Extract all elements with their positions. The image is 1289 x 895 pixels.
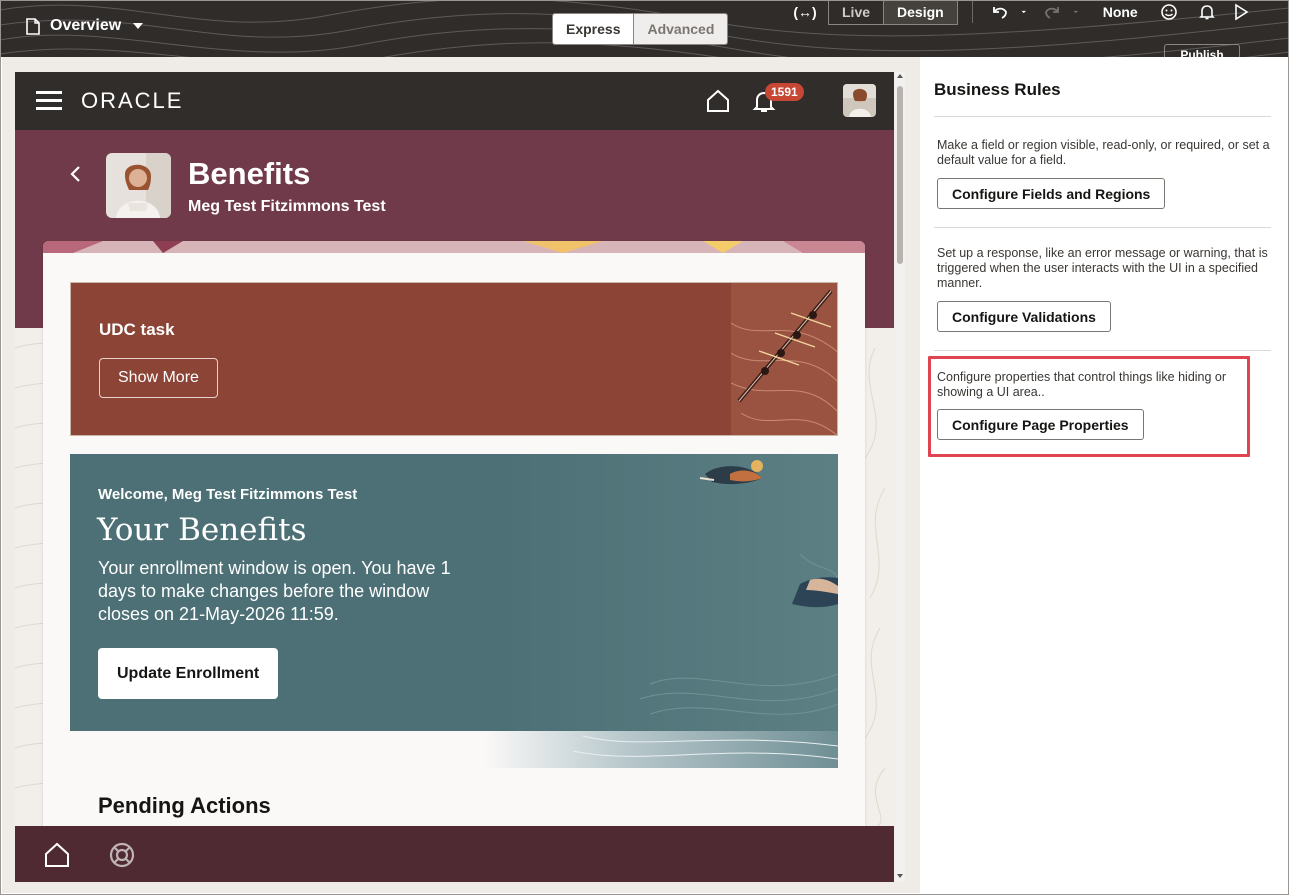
play-icon[interactable] xyxy=(1232,3,1250,21)
hamburger-icon[interactable] xyxy=(36,91,62,111)
business-rules-title: Business Rules xyxy=(934,80,1061,99)
home-icon[interactable] xyxy=(705,88,731,114)
advanced-mode-button[interactable]: Advanced xyxy=(633,14,728,44)
benefits-title: Your Benefits xyxy=(97,512,307,548)
mode-switch: Express Advanced xyxy=(552,13,729,45)
express-mode-button[interactable]: Express xyxy=(553,14,634,44)
notification-count-badge: 1591 xyxy=(765,83,804,101)
chevron-down-icon[interactable] xyxy=(1073,3,1083,21)
design-button[interactable]: Design xyxy=(883,0,957,24)
page-selector[interactable]: Overview xyxy=(26,17,144,35)
bell-icon[interactable] xyxy=(1198,3,1216,21)
editor-toolbar: Overview Express Advanced (↔) Live Desig… xyxy=(0,0,1289,57)
preview-scrollbar[interactable] xyxy=(895,72,905,882)
toolbar-divider xyxy=(971,1,973,23)
wave-illustration xyxy=(483,731,838,768)
validations-description: Set up a response, like an error message… xyxy=(937,246,1268,290)
person-avatar xyxy=(106,153,171,218)
content-card: UDC task Show More Welcome, Meg Test Fit… xyxy=(43,241,865,841)
configure-fields-and-regions-button[interactable]: Configure Fields and Regions xyxy=(937,178,1166,209)
rowing-illustration xyxy=(731,283,837,435)
oracle-logo[interactable]: ORACLE xyxy=(81,88,183,114)
udc-task-card: UDC task Show More xyxy=(70,282,838,436)
divider xyxy=(934,116,1271,117)
app-header: ORACLE 1591 xyxy=(15,72,894,130)
back-chevron-icon[interactable] xyxy=(68,164,84,184)
page-name: Overview xyxy=(50,17,122,34)
person-name: Meg Test Fitzimmons Test xyxy=(188,198,386,215)
show-more-button[interactable]: Show More xyxy=(99,358,218,398)
highlight-box xyxy=(928,356,1250,457)
chevron-down-icon xyxy=(133,23,144,29)
enrollment-message: Your enrollment window is open. You have… xyxy=(98,558,451,624)
divider xyxy=(934,350,1271,351)
user-avatar[interactable] xyxy=(843,84,876,117)
scroll-thumb[interactable] xyxy=(897,86,903,264)
swimmer-illustration xyxy=(500,454,838,731)
person-photo xyxy=(106,153,171,218)
page-title: Benefits xyxy=(188,156,311,191)
document-icon xyxy=(26,17,40,35)
welcome-text: Welcome, Meg Test Fitzimmons Test xyxy=(98,486,358,503)
fields-regions-description: Make a field or region visible, read-onl… xyxy=(937,138,1270,167)
bottom-navigation xyxy=(15,826,894,882)
chevron-down-icon[interactable] xyxy=(1021,3,1031,21)
toolbar-actions: (↔) Live Design None xyxy=(790,0,1256,25)
smiley-icon[interactable] xyxy=(1160,3,1178,21)
code-icon[interactable]: (↔) xyxy=(790,4,820,20)
home-icon[interactable] xyxy=(43,841,71,869)
redo-icon[interactable] xyxy=(1043,3,1061,21)
divider xyxy=(934,227,1271,228)
pending-actions-heading: Pending Actions xyxy=(98,793,271,818)
live-design-switch: Live Design xyxy=(828,0,958,25)
help-icon[interactable] xyxy=(108,841,136,869)
sandbox-selector[interactable]: None xyxy=(1103,4,1138,20)
configure-validations-button[interactable]: Configure Validations xyxy=(937,301,1111,332)
publish-button[interactable]: Publish xyxy=(1164,44,1240,57)
udc-task-title: UDC task xyxy=(99,320,175,339)
page-preview: ORACLE 1591 Benefits Meg Test Fitzimmons… xyxy=(2,57,920,893)
scroll-down-icon[interactable] xyxy=(896,872,904,880)
user-photo xyxy=(843,84,876,117)
undo-icon[interactable] xyxy=(991,3,1009,21)
scroll-up-icon[interactable] xyxy=(896,72,904,80)
live-button[interactable]: Live xyxy=(829,0,883,24)
update-enrollment-button[interactable]: Update Enrollment xyxy=(98,648,279,699)
card-top-art xyxy=(43,241,865,253)
your-benefits-card: Welcome, Meg Test Fitzimmons Test Your B… xyxy=(70,454,838,731)
business-rules-panel: Business Rules Make a field or region vi… xyxy=(920,57,1289,895)
